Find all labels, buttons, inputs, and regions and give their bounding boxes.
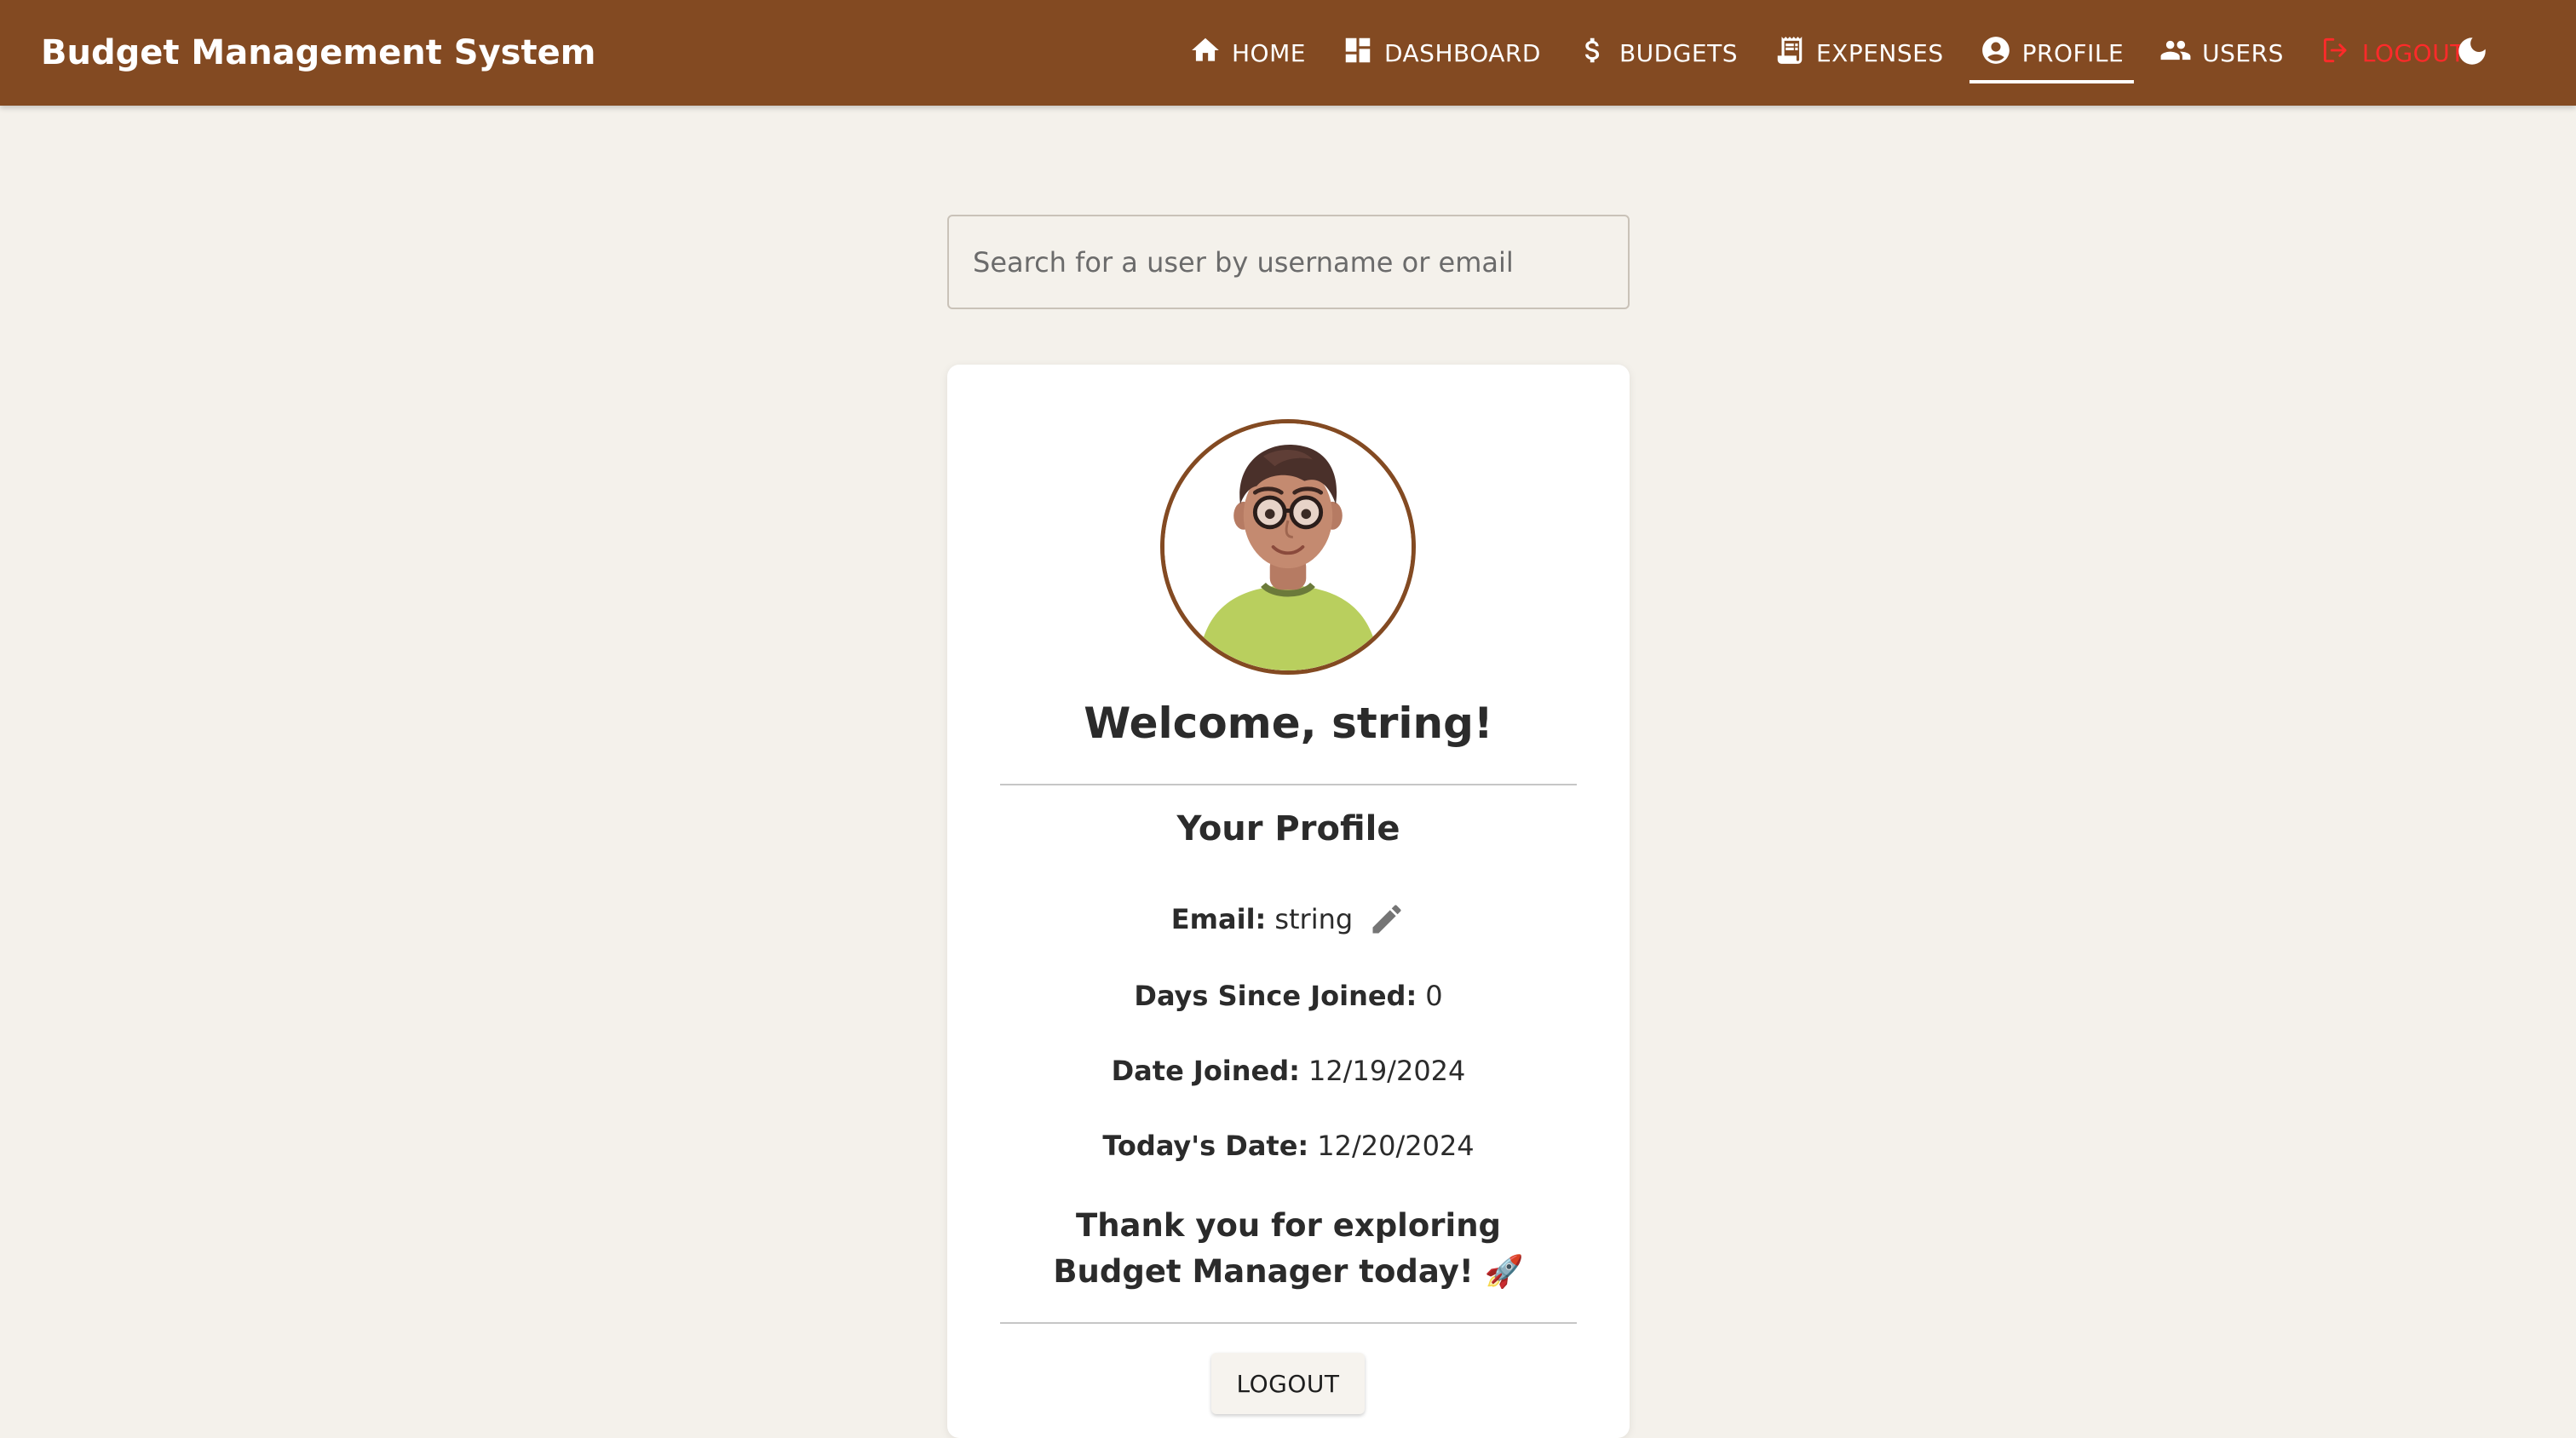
nav-budgets-label: BUDGETS bbox=[1619, 38, 1738, 67]
edit-pencil-icon[interactable] bbox=[1368, 900, 1406, 938]
user-avatar-illustration-icon bbox=[1164, 423, 1412, 670]
nav-dashboard-label: DASHBOARD bbox=[1383, 38, 1541, 67]
date-joined-value: 12/19/2024 bbox=[1308, 1055, 1466, 1087]
email-label: Email: bbox=[1170, 903, 1267, 935]
divider bbox=[1000, 784, 1577, 785]
email-value: string bbox=[1274, 903, 1354, 935]
dollar-icon bbox=[1577, 34, 1619, 72]
nav-budgets[interactable]: BUDGETS bbox=[1563, 0, 1751, 106]
todays-date-value: 12/20/2024 bbox=[1317, 1130, 1475, 1162]
days-since-joined-value: 0 bbox=[1425, 980, 1443, 1012]
days-since-joined-label: Days Since Joined: bbox=[1134, 980, 1417, 1012]
moon-icon bbox=[2454, 33, 2490, 72]
nav-expenses[interactable]: EXPENSES bbox=[1760, 0, 1958, 106]
theme-toggle-button[interactable] bbox=[2452, 32, 2493, 73]
nav-home-label: HOME bbox=[1232, 38, 1306, 67]
email-row: Email: string bbox=[947, 898, 1630, 940]
date-joined-row: Date Joined: 12/19/2024 bbox=[947, 1050, 1630, 1092]
divider bbox=[1000, 1322, 1577, 1324]
account-circle-icon bbox=[1980, 34, 2022, 72]
top-app-bar: Budget Management System HOME DASHBOARD … bbox=[0, 0, 2576, 106]
date-joined-label: Date Joined: bbox=[1111, 1055, 1300, 1087]
main-nav: HOME DASHBOARD BUDGETS EXPENSES PROFILE bbox=[1176, 0, 2487, 106]
nav-home[interactable]: HOME bbox=[1176, 0, 1320, 106]
profile-section-title: Your Profile bbox=[1176, 809, 1400, 848]
todays-date-label: Today's Date: bbox=[1102, 1130, 1309, 1162]
people-icon bbox=[2159, 34, 2202, 72]
nav-profile-label: PROFILE bbox=[2021, 38, 2125, 67]
receipt-icon bbox=[1774, 34, 1816, 72]
nav-dashboard[interactable]: DASHBOARD bbox=[1328, 0, 1555, 106]
nav-logout-label: LOGOUT bbox=[2361, 38, 2465, 67]
nav-expenses-label: EXPENSES bbox=[1815, 38, 1944, 67]
home-icon bbox=[1189, 34, 1232, 72]
avatar bbox=[1160, 419, 1416, 675]
dashboard-icon bbox=[1342, 34, 1384, 72]
nav-users-label: USERS bbox=[2202, 38, 2284, 67]
logout-icon bbox=[2320, 34, 2362, 72]
app-title: Budget Management System bbox=[41, 33, 596, 72]
days-since-joined-row: Days Since Joined: 0 bbox=[947, 975, 1630, 1017]
profile-card: Welcome, string! Your Profile Email: str… bbox=[947, 365, 1630, 1438]
nav-users[interactable]: USERS bbox=[2146, 0, 2297, 106]
welcome-heading: Welcome, string! bbox=[1084, 699, 1493, 748]
todays-date-row: Today's Date: 12/20/2024 bbox=[947, 1125, 1630, 1167]
nav-profile[interactable]: PROFILE bbox=[1966, 0, 2138, 106]
user-search-input[interactable] bbox=[947, 215, 1630, 309]
logout-button[interactable]: LOGOUT bbox=[1211, 1353, 1365, 1414]
thank-you-message: Thank you for exploring Budget Manager t… bbox=[1053, 1207, 1524, 1290]
